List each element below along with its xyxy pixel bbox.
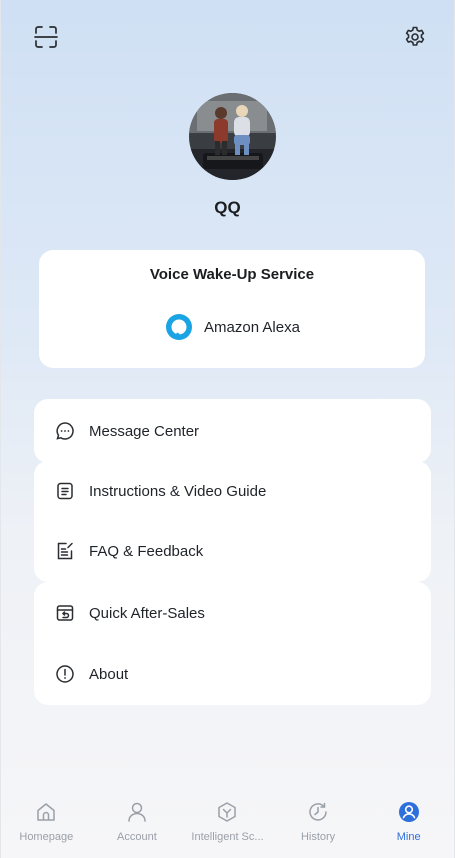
settings-button[interactable] (398, 20, 432, 54)
menu-item-quick-after-sales[interactable]: Quick After-Sales (34, 583, 431, 643)
clock-history-icon (306, 800, 330, 824)
top-bar (1, 18, 454, 58)
menu-item-message-center[interactable]: Message Center (34, 401, 431, 461)
menu-item-instructions[interactable]: Instructions & Video Guide (34, 461, 431, 521)
home-icon (34, 800, 58, 824)
message-bubble-icon (55, 421, 75, 441)
smart-scene-icon (215, 800, 239, 824)
menu-item-label: FAQ & Feedback (89, 542, 204, 560)
alexa-ring-icon (166, 314, 193, 340)
tab-mine[interactable]: Mine (363, 790, 454, 858)
scan-button[interactable] (29, 20, 63, 54)
menu-item-label: About (89, 665, 129, 683)
menu-item-about[interactable]: About (34, 644, 431, 704)
menu-item-label: Instructions & Video Guide (89, 482, 267, 500)
bottom-tab-bar: Homepage Account Intelligent Sc... Histo… (1, 790, 454, 858)
tab-label: Intelligent Sc... (191, 831, 264, 843)
voice-wakeup-card: Voice Wake-Up Service Amazon Alexa (39, 250, 425, 368)
menu-item-label: Message Center (89, 422, 200, 440)
amazon-alexa-row[interactable]: Amazon Alexa (39, 312, 425, 342)
username: QQ (214, 198, 241, 217)
tab-label: Account (117, 831, 157, 843)
mine-screen: QQ Voice Wake-Up Service Amazon Alexa Me… (0, 0, 455, 858)
info-circle-icon (55, 664, 75, 684)
person-icon (125, 800, 149, 824)
tab-label: History (300, 831, 336, 843)
tab-homepage[interactable]: Homepage (1, 790, 92, 858)
gear-icon (405, 26, 425, 46)
voice-service-title: Voice Wake-Up Service (149, 266, 315, 283)
menu-item-label: Quick After-Sales (89, 604, 205, 622)
avatar-photo (189, 93, 276, 180)
tab-account[interactable]: Account (92, 790, 183, 858)
return-box-icon (55, 603, 75, 623)
alexa-label: Amazon Alexa (204, 318, 300, 336)
edit-note-icon (55, 541, 75, 561)
menu-item-faq-feedback[interactable]: FAQ & Feedback (34, 521, 431, 581)
scan-icon (34, 26, 58, 48)
tab-intelligent-scene[interactable]: Intelligent Sc... (182, 790, 273, 858)
document-list-icon (55, 481, 75, 501)
tab-label: Homepage (19, 831, 74, 843)
mine-profile-icon (397, 800, 421, 824)
tab-history[interactable]: History (273, 790, 364, 858)
avatar[interactable] (189, 93, 276, 180)
tab-label: Mine (396, 831, 421, 843)
